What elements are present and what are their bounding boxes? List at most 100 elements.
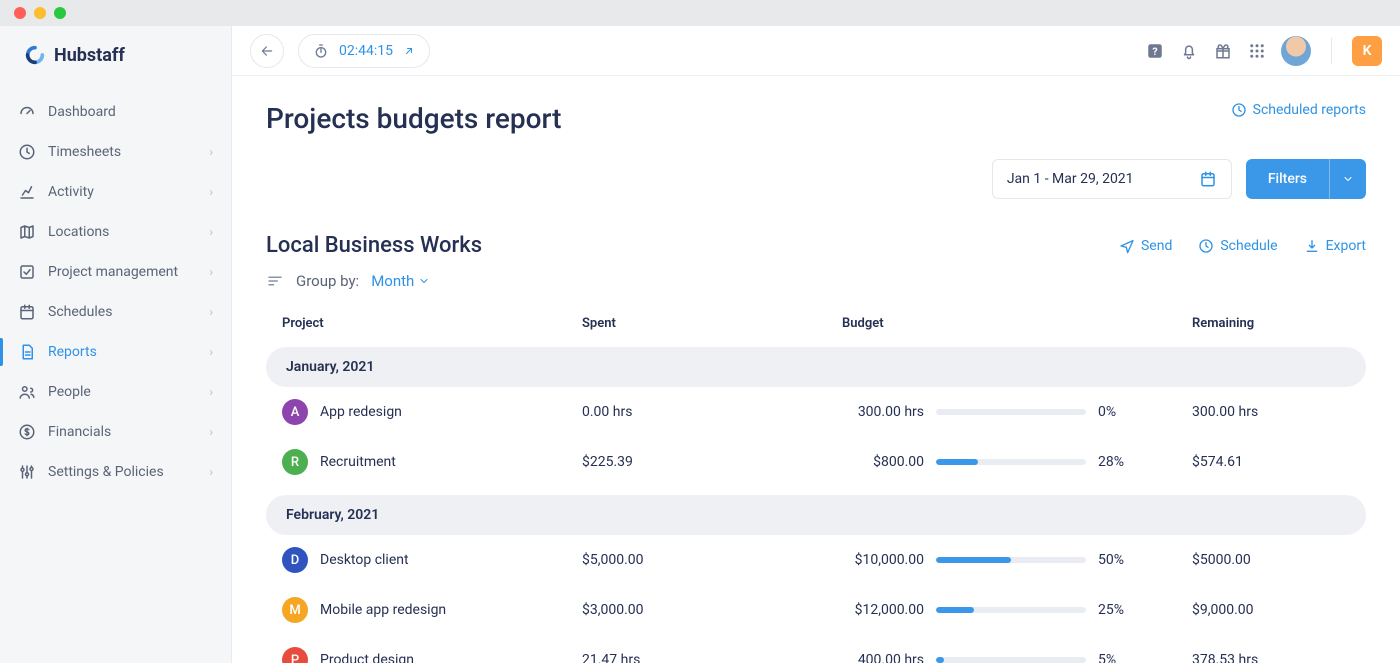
chevron-right-icon: › [209,265,213,279]
sidebar-item-timesheets[interactable]: Timesheets › [0,132,231,172]
project-name: Product design [320,652,414,663]
sidebar-item-label: Activity [48,184,94,200]
sidebar-item-label: Timesheets [48,144,121,160]
brand-name: Hubstaff [54,45,125,66]
window-maximize-dot[interactable] [54,7,66,19]
clock-icon [18,143,36,161]
project-name: App redesign [320,404,402,420]
clock-icon [1231,102,1247,118]
table-row[interactable]: AApp redesign0.00 hrs300.00 hrs0%300.00 … [266,387,1366,437]
progress-bar [936,657,1086,663]
budget-value: $10,000.00 [842,552,924,568]
chevron-right-icon: › [209,305,213,319]
project-cell: RRecruitment [282,449,582,475]
sidebar-item-label: Reports [48,344,97,360]
table-header: Project Spent Budget Remaining [266,308,1366,339]
gift-icon[interactable] [1213,41,1233,61]
table-row[interactable]: PProduct design21.47 hrs400.00 hrs5%378.… [266,635,1366,663]
file-icon [18,343,36,361]
sidebar-item-label: Settings & Policies [48,464,164,480]
table-row[interactable]: RRecruitment$225.39$800.0028%$574.61 [266,437,1366,487]
project-name: Desktop client [320,552,409,568]
calendar-icon [1199,170,1217,188]
sidebar-item-financials[interactable]: Financials› [0,412,231,452]
sidebar-item-people[interactable]: People› [0,372,231,412]
chevron-right-icon: › [209,345,213,359]
budget-cell: $800.0028% [842,454,1192,470]
project-cell: PProduct design [282,647,582,663]
sort-icon[interactable] [266,272,284,290]
page-title: Projects budgets report [266,102,561,135]
sidebar-item-settings-policies[interactable]: Settings & Policies› [0,452,231,492]
sidebar-item-project-management[interactable]: Project management › [0,252,231,292]
filters-button[interactable]: Filters [1246,159,1366,199]
percent-value: 0% [1098,404,1142,420]
sidebar-item-reports[interactable]: Reports › [0,332,231,372]
table-row[interactable]: MMobile app redesign$3,000.00$12,000.002… [266,585,1366,635]
main: 02:44:15 ? K Project [232,26,1400,663]
svg-text:?: ? [1152,44,1157,57]
remaining-cell: $574.61 [1192,454,1392,470]
sidebar-nav: DashboardTimesheets›Activity›Locations›P… [0,84,231,500]
stopwatch-icon [313,43,329,59]
budget-cell: $10,000.0050% [842,552,1192,568]
download-icon [1304,238,1320,254]
progress-bar [936,459,1086,465]
chevron-right-icon: › [209,425,213,439]
back-button[interactable] [250,34,284,68]
sliders-icon [18,463,36,481]
filters-label: Filters [1246,171,1329,187]
help-icon[interactable]: ? [1145,41,1165,61]
export-button[interactable]: Export [1304,238,1366,254]
bell-icon[interactable] [1179,41,1199,61]
date-range-value: Jan 1 - Mar 29, 2021 [1007,171,1134,187]
clock-icon [1198,238,1214,254]
send-button[interactable]: Send [1119,238,1172,254]
budget-cell: 400.00 hrs5% [842,652,1192,663]
org-switcher[interactable]: K [1352,36,1382,66]
scheduled-reports-link[interactable]: Scheduled reports [1231,102,1366,118]
date-range-picker[interactable]: Jan 1 - Mar 29, 2021 [992,159,1232,199]
chevron-right-icon: › [209,145,213,159]
remaining-cell: $9,000.00 [1192,602,1392,618]
percent-value: 5% [1098,652,1142,663]
col-budget: Budget [842,316,1192,331]
schedule-label: Schedule [1220,238,1277,254]
gauge-icon [18,103,36,121]
apps-grid-icon[interactable] [1247,41,1267,61]
sidebar-item-locations[interactable]: Locations› [0,212,231,252]
sidebar-item-dashboard[interactable]: Dashboard [0,92,231,132]
brand-logo-icon [24,44,46,66]
group-by-label: Group by: [296,272,359,290]
window-minimize-dot[interactable] [34,7,46,19]
budget-cell: 300.00 hrs0% [842,404,1192,420]
group-by-dropdown[interactable]: Month [371,272,430,290]
table-row[interactable]: DDesktop client$5,000.00$10,000.0050%$50… [266,535,1366,585]
timer-pill[interactable]: 02:44:15 [298,34,430,68]
budget-value: $12,000.00 [842,602,924,618]
window-close-dot[interactable] [14,7,26,19]
project-badge: M [282,597,308,623]
calendar-icon [18,303,36,321]
project-cell: AApp redesign [282,399,582,425]
arrow-left-icon [260,44,274,58]
brand-row: Hubstaff [0,26,231,84]
check-square-icon [18,263,36,281]
sidebar-item-label: Dashboard [48,104,116,120]
chevron-right-icon: › [209,385,213,399]
group-header: February, 2021 [266,495,1366,535]
progress-bar [936,557,1086,563]
group-by-value: Month [371,272,414,290]
chevron-down-icon [418,275,430,287]
sidebar-item-label: Project management [48,264,178,280]
project-badge: R [282,449,308,475]
sidebar-item-activity[interactable]: Activity› [0,172,231,212]
col-spent: Spent [582,316,842,331]
remaining-cell: 300.00 hrs [1192,404,1392,420]
org-initial: K [1363,43,1372,59]
chevron-down-icon [1329,159,1366,199]
schedule-button[interactable]: Schedule [1198,238,1277,254]
sidebar-item-schedules[interactable]: Schedules› [0,292,231,332]
user-avatar[interactable] [1281,36,1311,66]
send-label: Send [1141,238,1172,254]
